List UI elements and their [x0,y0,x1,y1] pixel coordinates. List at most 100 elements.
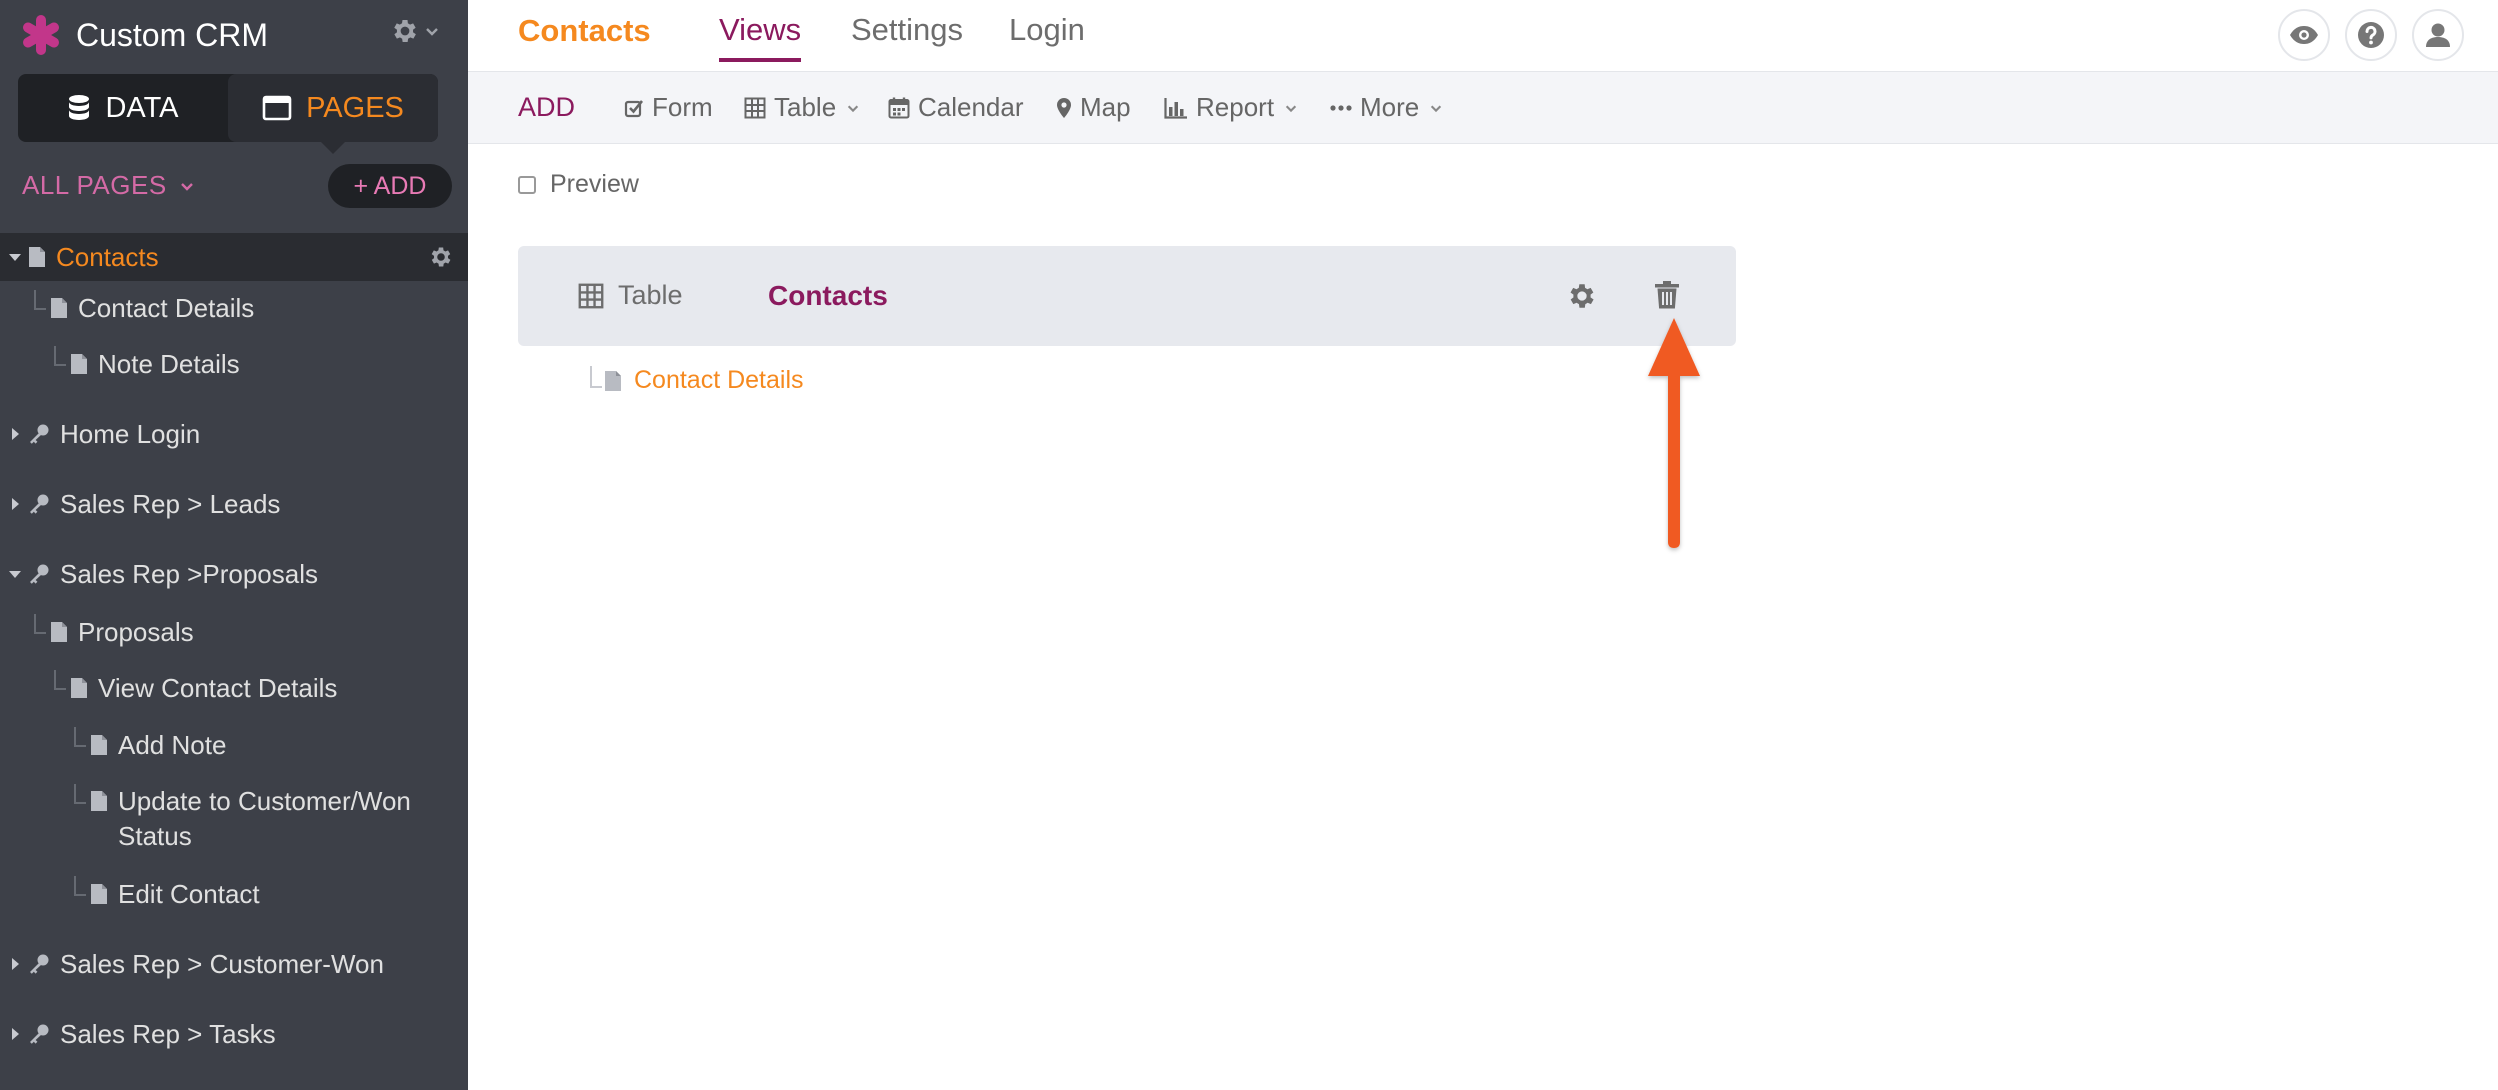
tree-item-contact-details[interactable]: Contact Details [0,290,468,326]
table-label: Table [774,92,837,122]
add-table-view-button[interactable]: Table [744,92,860,123]
pages-mode-label: PAGES [306,91,404,124]
add-view-label: ADD [518,92,576,122]
add-report-view-button[interactable]: Report [1164,92,1298,123]
tab-views[interactable]: Views [719,12,802,62]
document-icon [51,622,67,642]
tree-connector [54,346,66,366]
tree-item-label: Update to Customer/Won Status [118,786,411,851]
tree-item-home-login[interactable]: Home Login [0,416,468,452]
key-icon [30,1024,49,1044]
tree-item-label: View Contact Details [98,672,338,703]
ellipsis-icon [1330,104,1352,111]
help-button[interactable] [2345,9,2397,61]
tree-item-view-contact-details[interactable]: View Contact Details [0,670,468,706]
tree-item-sales-rep-proposals[interactable]: Sales Rep >Proposals [0,556,468,592]
calendar-icon [888,97,910,118]
caret-right-icon [12,428,19,440]
tree-item-update-to-customer-won-status[interactable]: Update to Customer/Won Status [0,784,468,854]
table-icon [578,283,604,308]
tree-item-contacts[interactable]: Contacts [0,233,468,281]
tree-item-label: Contact Details [78,292,255,323]
app-settings-menu[interactable] [390,16,440,46]
chevron-down-icon [1285,105,1297,112]
key-icon [30,424,49,444]
gear-icon[interactable] [1566,280,1598,312]
document-icon [51,298,67,318]
data-mode-label: DATA [105,91,179,124]
chevron-down-icon [426,28,438,36]
view-card-contacts: Table Contacts [518,246,1736,346]
view-title[interactable]: Contacts [768,280,888,312]
all-pages-label: ALL PAGES [22,170,167,200]
tree-item-note-details[interactable]: Note Details [0,346,468,382]
add-calendar-view-button[interactable]: Calendar [888,92,1024,123]
document-icon [91,791,107,811]
top-nav: Contacts Views Settings Login [468,0,2498,72]
current-page-name: Contacts [518,13,651,48]
caret-down-icon [9,254,21,261]
chevron-down-icon [1431,105,1442,112]
document-icon [91,735,107,755]
window-icon [262,95,292,121]
tab-settings[interactable]: Settings [851,12,963,48]
key-icon [30,494,49,514]
tree-item-label: Proposals [78,616,194,647]
tree-connector [54,670,66,690]
caret-right-icon [12,958,19,970]
asterisk-logo-icon [23,15,59,55]
user-icon [2426,23,2450,47]
add-form-view-button[interactable]: Form [624,92,713,123]
tree-item-sales-rep-tasks[interactable]: Sales Rep > Tasks [0,1016,468,1052]
document-icon [71,354,87,374]
child-page-link-contact-details[interactable]: Contact Details [586,366,804,395]
preview-checkbox[interactable] [518,175,536,194]
tree-connector [74,784,86,804]
document-icon [29,247,45,267]
tree-item-label: Home Login [60,418,201,449]
tree-item-sales-rep-customer-won[interactable]: Sales Rep > Customer-Won [0,946,468,982]
tree-connector [74,727,86,747]
annotation-arrow-icon [1648,318,1700,548]
tree-item-add-note[interactable]: Add Note [0,727,468,763]
trash-icon[interactable] [1654,280,1680,310]
sidebar: Custom CRM DATA PAGES ALL PAGES + ADD Co… [0,0,468,1090]
caret-right-icon [12,498,19,510]
add-page-button[interactable]: + ADD [328,164,452,208]
document-icon [71,678,87,698]
all-pages-filter[interactable]: ALL PAGES [22,170,195,201]
table-icon [744,97,766,118]
tree-item-label: Contacts [56,241,159,272]
data-mode-button[interactable]: DATA [18,74,228,142]
tree-item-label: Sales Rep > Customer-Won [60,948,384,979]
preview-eye-button[interactable] [2278,9,2330,61]
user-account-button[interactable] [2412,9,2464,61]
map-label: Map [1080,92,1131,122]
tree-item-label: Add Note [118,729,227,760]
view-type-label: Table [618,280,683,310]
tree-item-label: Sales Rep > Leads [60,488,281,519]
map-pin-icon [1057,97,1071,118]
more-label: More [1360,92,1420,122]
tree-item-label: Note Details [98,348,240,379]
tab-login[interactable]: Login [1009,12,1085,48]
more-views-button[interactable]: More [1330,92,1443,123]
tree-item-sales-rep-leads[interactable]: Sales Rep > Leads [0,486,468,522]
pages-mode-button[interactable]: PAGES [228,74,438,154]
brand: Custom CRM [20,10,268,60]
tree-connector [34,614,46,634]
tree-item-label: Edit Contact [118,878,260,909]
gear-icon[interactable] [428,244,454,270]
tree-item-label: Sales Rep > Tasks [60,1018,276,1049]
child-page-label: Contact Details [634,366,804,394]
help-icon [2358,22,2384,48]
tree-item-label: Sales Rep >Proposals [60,558,318,589]
caret-down-icon [9,571,21,578]
tree-item-proposals[interactable]: Proposals [0,614,468,650]
app-name: Custom CRM [76,16,269,53]
tree-connector [590,366,602,388]
add-map-view-button[interactable]: Map [1056,92,1131,123]
mode-switch: DATA PAGES [18,74,438,154]
tree-item-edit-contact[interactable]: Edit Contact [0,876,468,912]
checkbox-icon [624,99,644,117]
